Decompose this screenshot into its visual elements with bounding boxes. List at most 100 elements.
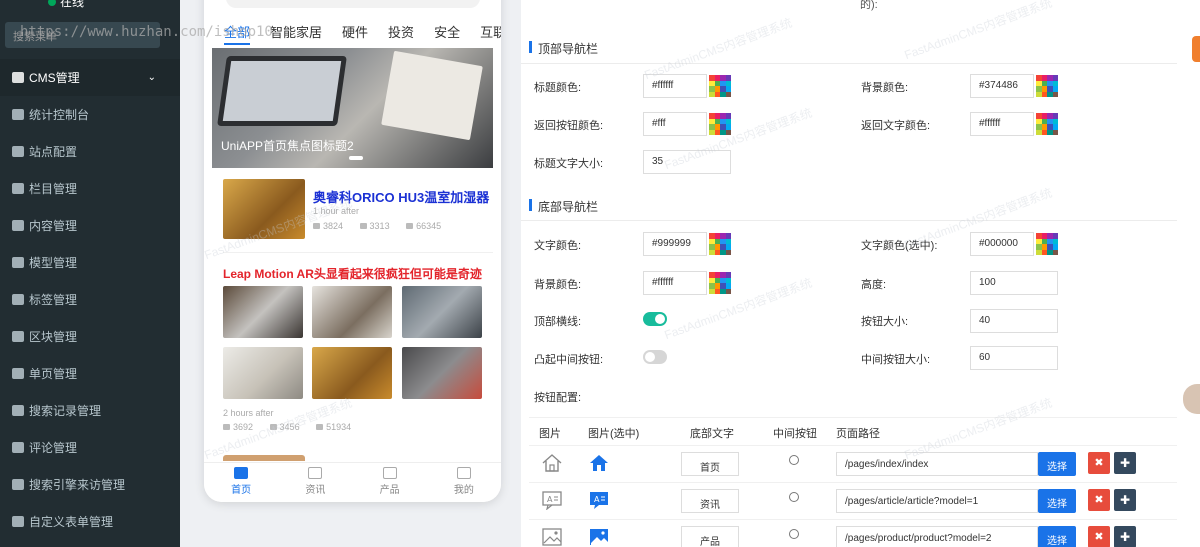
title-font-size-label: 标题文字大小: xyxy=(534,158,604,170)
bottom-text-input[interactable]: 首页 xyxy=(681,452,739,476)
middle-button-size-input[interactable]: 60 xyxy=(970,346,1058,370)
top-border-toggle[interactable] xyxy=(643,312,667,326)
color-picker-icon[interactable] xyxy=(1036,113,1058,135)
image-outline-icon[interactable] xyxy=(541,527,563,547)
sidebar-item[interactable]: 自定义表单管理 xyxy=(0,503,180,540)
search-icon xyxy=(12,479,24,490)
article-card[interactable]: 奥睿科ORICO HU3温室加湿器 1 hour after 3824 3313… xyxy=(223,178,493,242)
move-button[interactable]: ✚ xyxy=(1114,526,1136,547)
delete-button[interactable]: ✖ xyxy=(1088,452,1110,474)
middle-button-radio[interactable] xyxy=(789,492,799,502)
page-path-input[interactable]: /pages/product/product?model=2 xyxy=(836,526,1038,547)
sidebar-item[interactable]: 站点配置 xyxy=(0,133,180,170)
phone-tabbar-item[interactable]: 首页 xyxy=(204,463,278,502)
back-text-color-input[interactable]: #ffffff xyxy=(970,112,1034,136)
news-filled-icon[interactable]: A xyxy=(588,490,610,510)
back-btn-color-input[interactable]: #fff xyxy=(643,112,707,136)
sidebar-item[interactable]: 栏目管理 xyxy=(0,170,180,207)
user-status: 在线 xyxy=(48,0,84,10)
sidebar-item[interactable]: 内容管理 xyxy=(0,207,180,244)
article-stats-2: 3692 3456 51934 xyxy=(223,422,351,432)
color-picker-icon[interactable] xyxy=(709,233,731,255)
chevron-down-icon: ⌄ xyxy=(147,72,156,83)
phone-tab[interactable]: 智能家居 xyxy=(270,22,322,45)
sidebar-item[interactable]: 搜索引擎来访管理 xyxy=(0,466,180,503)
svg-text:A: A xyxy=(594,495,600,504)
color-picker-icon[interactable] xyxy=(709,75,731,97)
sidebar-item[interactable]: 统计控制台 xyxy=(0,96,180,133)
sidebar-item[interactable]: 搜索记录管理 xyxy=(0,392,180,429)
focus-banner[interactable]: UniAPP首页焦点图标题2 xyxy=(212,48,493,168)
delete-button[interactable]: ✖ xyxy=(1088,489,1110,511)
like-icon xyxy=(313,223,320,229)
phone-tab[interactable]: 投资 xyxy=(388,22,414,45)
view-count: 66345 xyxy=(416,221,442,231)
color-picker-icon[interactable] xyxy=(1036,233,1058,255)
bottom-text-input[interactable]: 资讯 xyxy=(681,489,739,513)
sidebar-item[interactable]: 单页管理 xyxy=(0,355,180,392)
col-bottom-text: 底部文字 xyxy=(690,428,734,440)
sidebar-item[interactable]: CMS管理 ⌄ xyxy=(0,59,180,96)
content-gutter xyxy=(180,0,204,547)
file-o-icon xyxy=(12,368,24,379)
move-button[interactable]: ✚ xyxy=(1114,452,1136,474)
view-icon xyxy=(316,424,324,430)
page-path-input[interactable]: /pages/index/index xyxy=(836,452,1038,476)
title-font-size-input[interactable]: 35 xyxy=(643,150,731,174)
text-color-label: 文字颜色: xyxy=(534,240,582,252)
phone-search-bar[interactable] xyxy=(226,0,480,8)
comment-icon xyxy=(12,442,24,453)
height-input[interactable]: 100 xyxy=(970,271,1058,295)
floating-side-button[interactable] xyxy=(1192,36,1200,62)
phone-tabbar-label: 产品 xyxy=(379,485,400,496)
article-title-2[interactable]: Leap Motion AR头显看起来很疯狂但可能是奇迹 xyxy=(223,265,482,282)
middle-button-radio[interactable] xyxy=(789,455,799,465)
home-icon xyxy=(234,467,249,479)
news-outline-icon[interactable]: A xyxy=(541,490,563,511)
grid-image xyxy=(402,347,482,399)
phone-tabbar-item[interactable]: 我的 xyxy=(427,463,501,502)
delete-button[interactable]: ✖ xyxy=(1088,526,1110,547)
color-picker-icon[interactable] xyxy=(709,272,731,294)
phone-tab[interactable]: 安全 xyxy=(434,22,460,45)
bottom-bg-color-input[interactable]: #ffffff xyxy=(643,271,707,295)
banner-caption: UniAPP首页焦点图标题2 xyxy=(221,139,354,153)
text-color-selected-label: 文字颜色(选中): xyxy=(861,240,938,252)
article-image-grid xyxy=(223,286,485,401)
button-size-input[interactable]: 40 xyxy=(970,309,1058,333)
history-icon xyxy=(12,405,24,416)
home-filled-icon[interactable] xyxy=(588,453,610,473)
phone-tab[interactable]: 硬件 xyxy=(342,22,368,45)
color-picker-icon[interactable] xyxy=(1036,75,1058,97)
phone-tabbar-item[interactable]: 资讯 xyxy=(278,463,352,502)
text-color-input[interactable]: #999999 xyxy=(643,232,707,256)
middle-button-radio[interactable] xyxy=(789,529,799,539)
phone-tabbar-label: 首页 xyxy=(231,485,252,496)
grid-image xyxy=(223,347,303,399)
move-button[interactable]: ✚ xyxy=(1114,489,1136,511)
article-thumbnail xyxy=(223,179,305,239)
raised-middle-toggle[interactable] xyxy=(643,350,667,364)
select-button[interactable]: 选择 xyxy=(1038,526,1076,547)
bg-color-input[interactable]: #374486 xyxy=(970,74,1034,98)
phone-tabbar-item[interactable]: 产品 xyxy=(353,463,427,502)
phone-tab[interactable]: 互联 xyxy=(480,22,501,45)
sidebar-item-label: CMS管理 xyxy=(29,71,80,85)
image-filled-icon[interactable] xyxy=(588,527,610,547)
sidebar-item[interactable]: 模型管理 xyxy=(0,244,180,281)
select-button[interactable]: 选择 xyxy=(1038,452,1076,476)
title-color-input[interactable]: #ffffff xyxy=(643,74,707,98)
section-bottom-nav: 底部导航栏 xyxy=(529,198,598,215)
select-button[interactable]: 选择 xyxy=(1038,489,1076,513)
sidebar-item[interactable]: 标签管理 xyxy=(0,281,180,318)
bottom-text-input[interactable]: 产品 xyxy=(681,526,739,547)
text-color-selected-input[interactable]: #000000 xyxy=(970,232,1034,256)
home-outline-icon[interactable] xyxy=(541,453,563,473)
sidebar-item-label: 栏目管理 xyxy=(29,182,78,196)
page-path-input[interactable]: /pages/article/article?model=1 xyxy=(836,489,1038,513)
sidebar-item[interactable]: 评论管理 xyxy=(0,429,180,466)
comment-icon xyxy=(359,223,367,229)
sidebar-item-label: 内容管理 xyxy=(29,219,78,233)
color-picker-icon[interactable] xyxy=(709,113,731,135)
sidebar-item[interactable]: 区块管理 xyxy=(0,318,180,355)
